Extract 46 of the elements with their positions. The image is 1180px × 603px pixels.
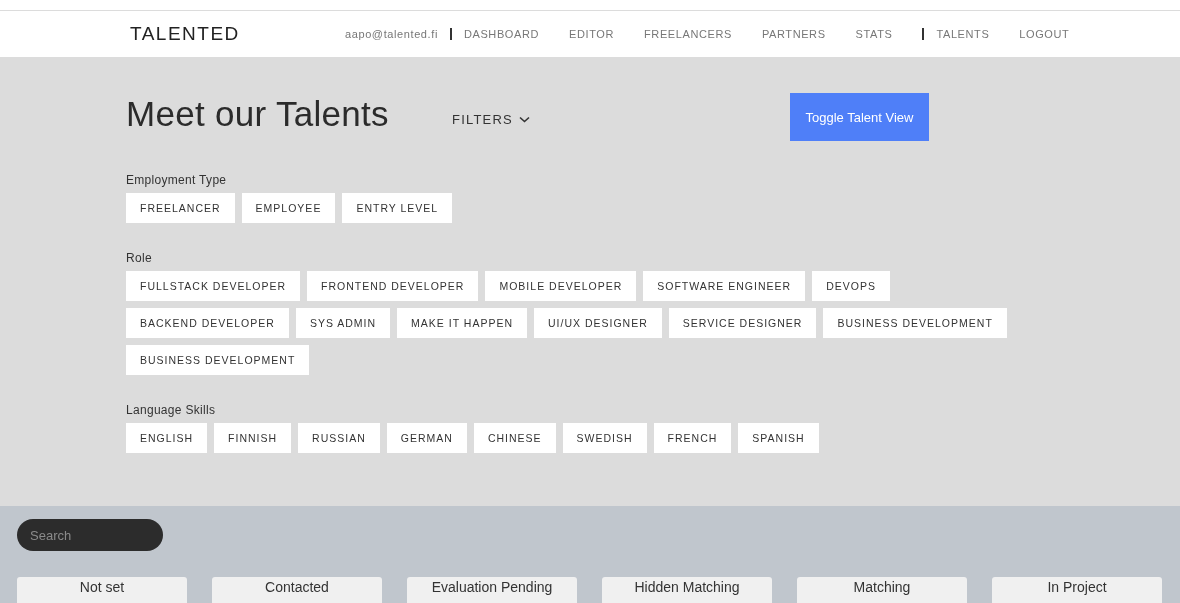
filter-chip[interactable]: FULLSTACK DEVELOPER: [126, 271, 300, 302]
filter-chip[interactable]: ENGLISH: [126, 423, 208, 454]
user-email-link[interactable]: aapo@talented.fi: [345, 28, 438, 41]
filter-chip[interactable]: DEVOPS: [812, 271, 890, 302]
toggle-view-button[interactable]: Toggle Talent View: [790, 93, 929, 142]
nav-link[interactable]: STATS: [855, 28, 893, 41]
nav-link[interactable]: LOGOUT: [1019, 28, 1070, 41]
status-column-header: Evaluation Pending: [407, 577, 577, 603]
filter-chip[interactable]: GERMAN: [386, 423, 467, 454]
filter-chip[interactable]: FRONTEND DEVELOPER: [307, 271, 479, 302]
filter-group-label: Employment Type: [126, 173, 228, 188]
filter-chip[interactable]: BUSINESS DEVELOPMENT: [823, 308, 1007, 339]
nav-link[interactable]: DASHBOARD: [463, 28, 540, 41]
filter-group-label: Role: [126, 251, 153, 266]
filter-chip[interactable]: CHINESE: [473, 423, 556, 454]
filter-chip[interactable]: SWEDISH: [562, 423, 647, 454]
nav-link[interactable]: PARTNERS: [761, 28, 826, 41]
status-column-header: Matching: [797, 577, 967, 603]
status-column-header: Not set: [17, 577, 187, 603]
nav-link[interactable]: EDITOR: [569, 28, 614, 41]
filter-chip[interactable]: UI/UX DESIGNER: [534, 308, 662, 339]
nav-link[interactable]: TALENTS: [936, 28, 990, 41]
filter-chip[interactable]: MAKE IT HAPPEN: [397, 308, 527, 339]
filter-chip[interactable]: FREELANCER: [126, 193, 235, 224]
page-title: Meet our Talents: [126, 94, 390, 135]
status-column-header: Contacted: [212, 577, 382, 603]
search-field[interactable]: Search: [17, 519, 163, 551]
filter-chip[interactable]: SERVICE DESIGNER: [668, 308, 817, 339]
filter-chip[interactable]: FRENCH: [653, 423, 732, 454]
filter-chip[interactable]: FINNISH: [214, 423, 292, 454]
status-column-header: In Project: [992, 577, 1162, 603]
filter-chip[interactable]: SOFTWARE ENGINEER: [643, 271, 806, 302]
filter-chip[interactable]: SYS ADMIN: [295, 308, 391, 339]
filter-chip[interactable]: BACKEND DEVELOPER: [126, 308, 289, 339]
filters-toggle[interactable]: FILTERS: [452, 112, 790, 128]
logo[interactable]: TALENTED: [130, 23, 345, 46]
nav-link[interactable]: FREELANCERS: [644, 28, 732, 41]
filter-chip[interactable]: EMPLOYEE: [241, 193, 336, 224]
filter-group-label: Language Skills: [126, 403, 217, 418]
chevron-down-icon: [518, 116, 530, 124]
filter-chip[interactable]: SPANISH: [738, 423, 819, 454]
filter-chip[interactable]: RUSSIAN: [298, 423, 380, 454]
filter-chip[interactable]: ENTRY LEVEL: [342, 193, 453, 224]
filter-chip[interactable]: BUSINESS DEVELOPMENT: [126, 345, 310, 376]
status-column-header: Hidden Matching: [602, 577, 772, 603]
filter-chip[interactable]: MOBILE DEVELOPER: [485, 271, 637, 302]
